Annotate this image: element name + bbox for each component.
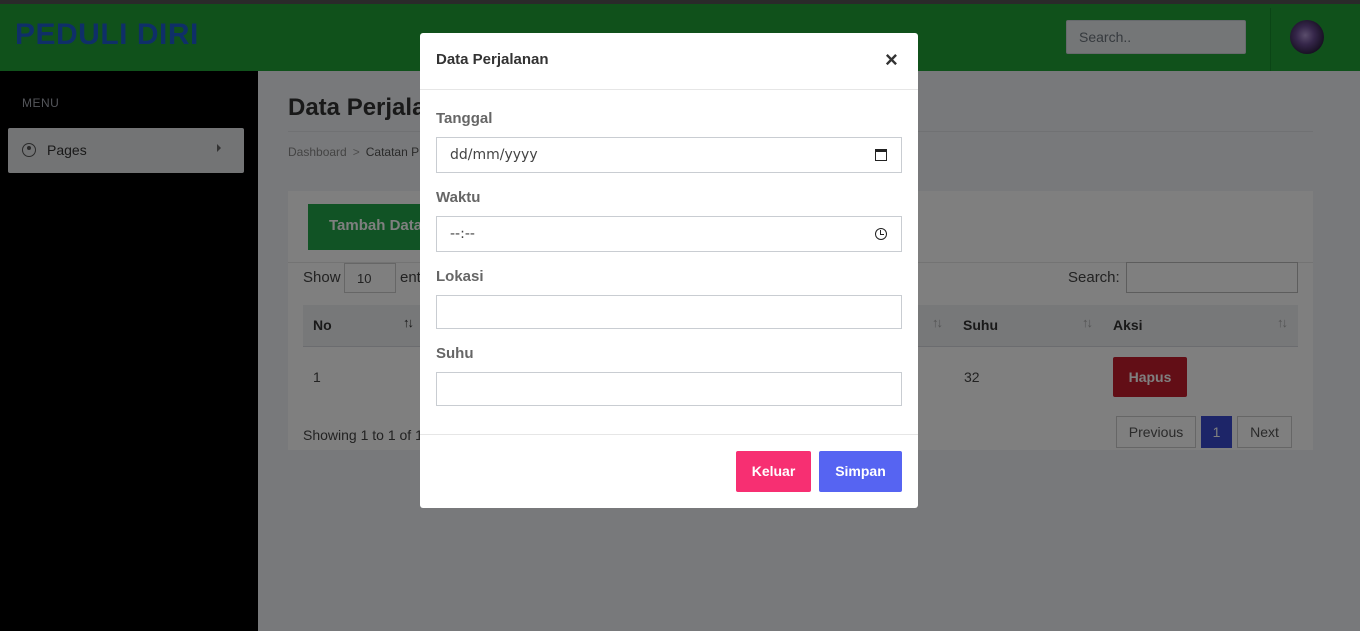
waktu-time-input[interactable]: --:-- [436,216,902,252]
lokasi-label: Lokasi [436,268,484,285]
tanggal-date-input[interactable]: dd/mm/yyyy [436,137,902,173]
modal-title: Data Perjalanan [436,51,549,68]
keluar-button[interactable]: Keluar [736,451,811,492]
tanggal-placeholder: dd/mm/yyyy [450,147,538,163]
suhu-label: Suhu [436,345,474,362]
lokasi-input[interactable] [436,295,902,329]
modal-divider [420,89,918,90]
tanggal-label: Tanggal [436,110,493,127]
modal-data-perjalanan: Data Perjalanan × Tanggal dd/mm/yyyy Wak… [420,33,918,508]
waktu-label: Waktu [436,189,481,206]
modal-footer-divider [420,434,918,435]
close-icon[interactable]: × [885,49,898,71]
waktu-placeholder: --:-- [450,226,475,242]
simpan-button[interactable]: Simpan [819,451,902,492]
clock-icon[interactable] [875,228,887,240]
calendar-icon[interactable] [875,149,887,161]
suhu-input[interactable] [436,372,902,406]
